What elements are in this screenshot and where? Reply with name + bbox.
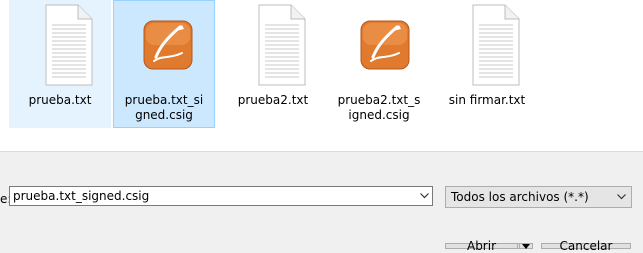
file-list-pane[interactable]: prueba.txt prueba.txt_signed.csig prueba… (0, 0, 643, 152)
text-document-icon (258, 4, 306, 86)
open-button-label: Abrir (466, 239, 497, 253)
caret-down-icon (522, 243, 530, 249)
cancel-button-label: Cancelar (559, 239, 613, 253)
text-document-icon (45, 4, 93, 86)
signature-file-icon (360, 20, 410, 70)
file-name: prueba2.txt_signed.csig (337, 93, 421, 122)
filetype-value: Todos los archivos (*.*) (451, 190, 589, 204)
file-item-prueba-txt[interactable]: prueba.txt (9, 0, 111, 128)
open-dropdown-button[interactable] (519, 243, 533, 249)
text-document-icon (472, 4, 520, 86)
chevron-down-icon (613, 187, 629, 207)
file-item-prueba-csig[interactable]: prueba.txt_signed.csig (113, 0, 215, 128)
chevron-down-icon[interactable] (416, 187, 432, 205)
file-name: sin firmar.txt (448, 93, 526, 107)
filename-input[interactable]: prueba.txt_signed.csig (9, 186, 433, 206)
filetype-select[interactable]: Todos los archivos (*.*) (445, 186, 632, 208)
file-name: prueba.txt (28, 93, 92, 107)
file-item-prueba2-txt[interactable]: prueba2.txt (222, 0, 324, 128)
cancel-button[interactable]: Cancelar (541, 239, 631, 253)
file-item-prueba2-csig[interactable]: prueba2.txt_signed.csig (330, 0, 428, 128)
signature-file-icon (143, 20, 193, 70)
open-button[interactable]: Abrir (445, 239, 518, 253)
file-name: prueba.txt_signed.csig (124, 93, 204, 122)
file-name: prueba2.txt (237, 93, 309, 107)
filename-value: prueba.txt_signed.csig (13, 189, 150, 203)
file-item-sin-firmar-txt[interactable]: sin firmar.txt (436, 0, 538, 128)
